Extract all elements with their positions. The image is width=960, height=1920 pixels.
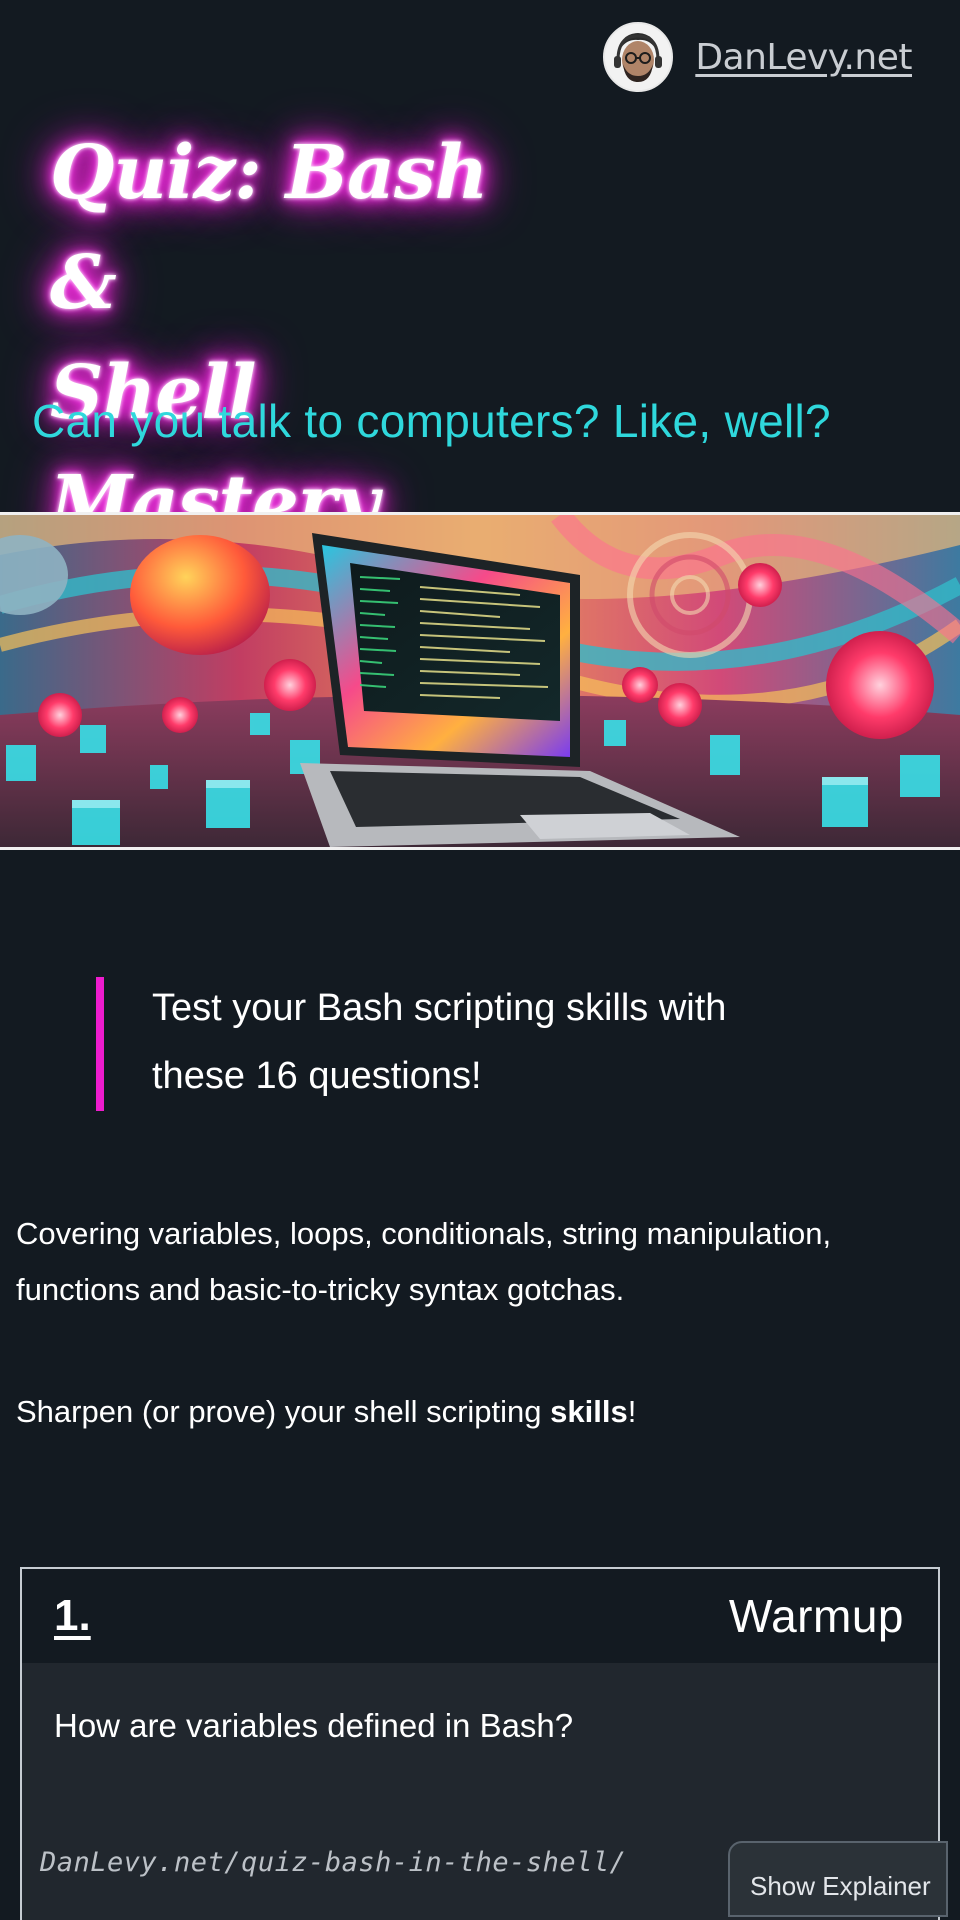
question-category: Warmup (728, 1590, 904, 1642)
avatar[interactable] (603, 22, 674, 92)
site-home-link[interactable]: DanLevy.net (695, 37, 912, 78)
intro-paragraph: Covering variables, loops, conditionals,… (16, 1216, 832, 1307)
page-title: Quiz: Bash & Shell Mastery (50, 118, 530, 558)
intro-paragraph-punctuation: ! (627, 1394, 637, 1429)
page-title-line-1: Quiz: Bash & (50, 130, 488, 326)
intro-callout-text: Test your Bash scripting skills with the… (152, 987, 727, 1097)
page-subtitle: Can you talk to computers? Like, well? (32, 395, 831, 447)
question-url-watermark: DanLevy.net/quiz-bash-in-the-shell/ (40, 1847, 627, 1878)
intro-paragraph-text: Sharpen (or prove) your shell scripting (16, 1394, 551, 1429)
question-number-link[interactable]: 1. (54, 1591, 91, 1641)
intro-callout: Test your Bash scripting skills with the… (96, 977, 796, 1111)
show-explainer-button[interactable]: Show Explainer (728, 1841, 948, 1917)
site-header: DanLevy.net (603, 22, 912, 92)
hero-banner-image (0, 512, 960, 850)
question-card-header: 1. Warmup (22, 1569, 938, 1665)
quiz-page: DanLevy.net Quiz: Bash & Shell Mastery C… (0, 0, 960, 1920)
question-card: 1. Warmup How are variables defined in B… (20, 1567, 948, 1920)
intro-paragraph-bold-word: skills (550, 1394, 628, 1429)
question-card-body: How are variables defined in Bash? DanLe… (22, 1663, 948, 1920)
intro-paragraph-skills: Sharpen (or prove) your shell scripting … (16, 1384, 936, 1440)
question-text: How are variables defined in Bash? (54, 1707, 574, 1744)
